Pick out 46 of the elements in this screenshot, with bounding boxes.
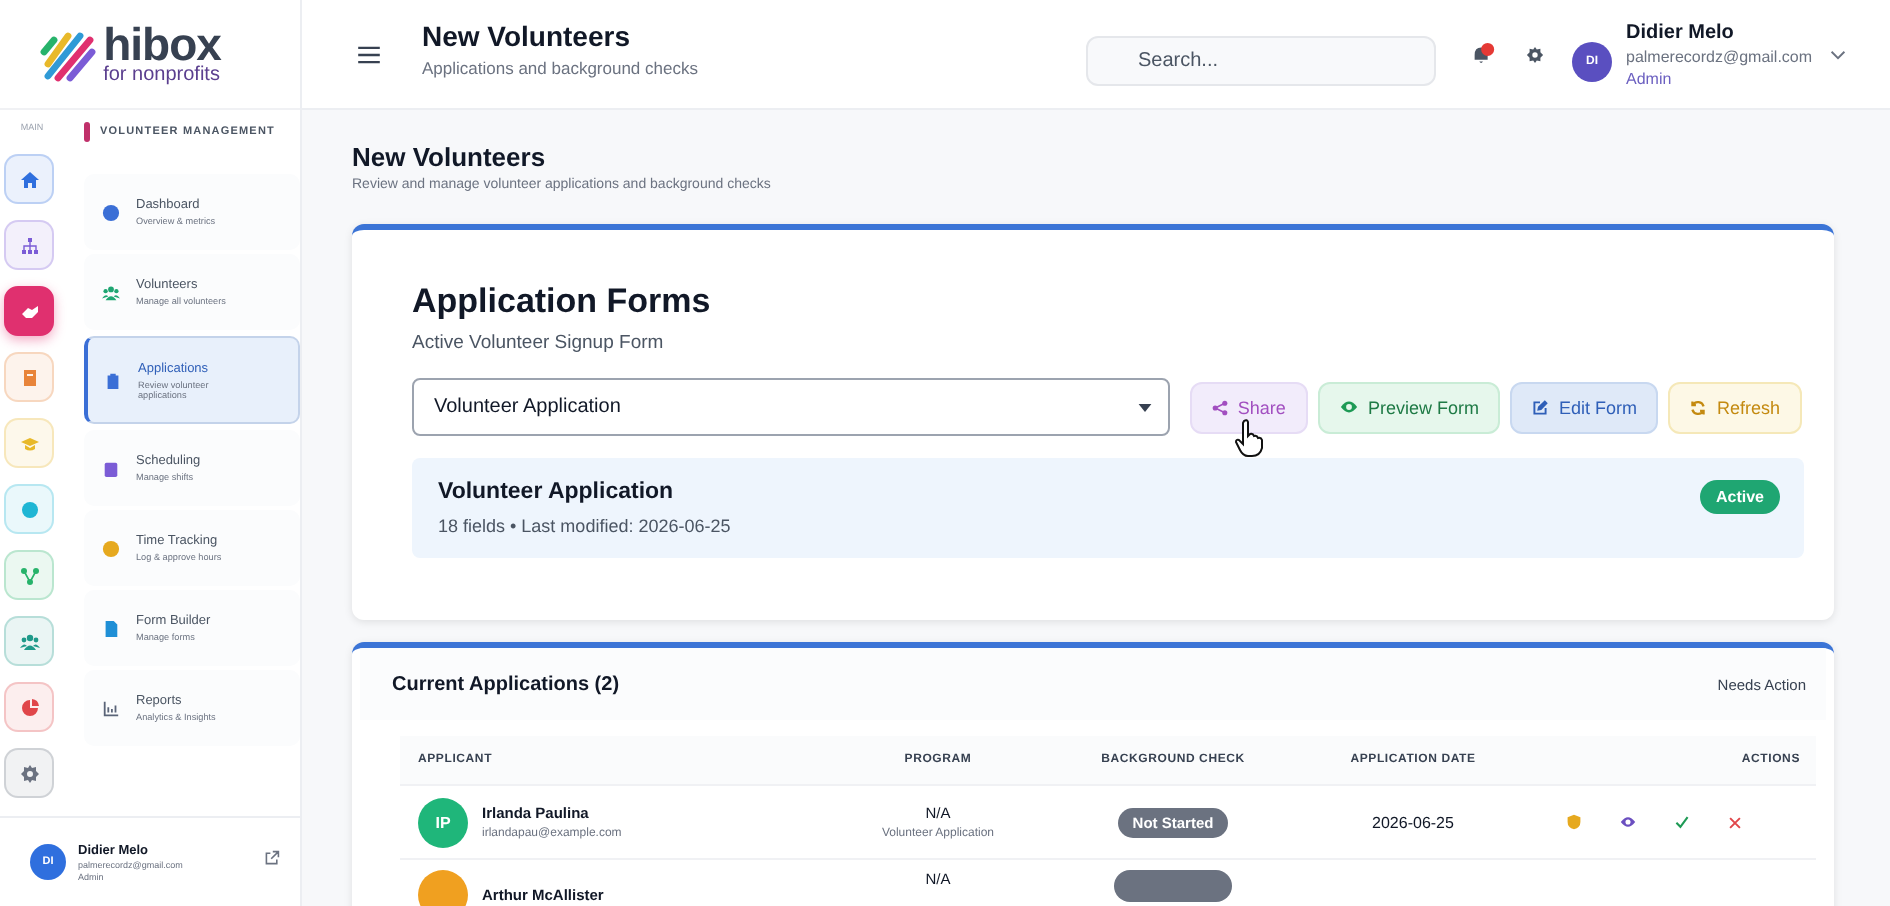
- external-link-icon[interactable]: [264, 850, 280, 866]
- rail-button[interactable]: [4, 286, 54, 336]
- search-field[interactable]: Search...: [1086, 35, 1436, 85]
- cap-icon: [19, 433, 39, 453]
- brand-name: hibox: [103, 22, 221, 68]
- hand-cursor-icon: [1234, 418, 1266, 458]
- form-meta: 18 fields • Last modified: 2026-06-25: [438, 516, 731, 536]
- preview-button[interactable]: Preview Form: [1317, 381, 1501, 433]
- card-title: Current Applications (2): [392, 673, 620, 695]
- refresh-icon: [1690, 399, 1707, 415]
- form-name: Volunteer Application: [438, 480, 676, 504]
- user-role: Admin: [1626, 69, 1674, 87]
- eye-icon[interactable]: [1620, 814, 1636, 830]
- net-icon: [19, 565, 39, 585]
- form-select[interactable]: Volunteer Application: [412, 378, 1170, 436]
- header-subtitle: Applications and background checks: [422, 57, 700, 77]
- settings-icon[interactable]: [1526, 45, 1544, 63]
- tree-icon: [19, 235, 39, 255]
- card-subtitle: Active Volunteer Signup Form: [412, 332, 666, 354]
- brand-tagline: for nonprofits: [103, 66, 221, 86]
- menu-icon[interactable]: [358, 45, 380, 63]
- close-icon[interactable]: [1728, 815, 1742, 829]
- book-icon: [19, 367, 39, 387]
- settings-icon: [19, 763, 39, 783]
- avatar: IP: [418, 797, 468, 847]
- check-icon[interactable]: [1674, 814, 1690, 830]
- user-email: palmerecordz@gmail.com: [1626, 47, 1813, 65]
- status-badge: Active: [1699, 480, 1780, 514]
- status-badge: [1114, 870, 1232, 902]
- application-date: 2026-06-25: [1372, 813, 1454, 831]
- home-icon: [19, 169, 39, 189]
- people-icon: [19, 631, 39, 651]
- edit-icon: [1532, 399, 1549, 415]
- header-title: New Volunteers: [422, 19, 632, 51]
- caret-icon: [1137, 403, 1152, 411]
- pie-icon: [19, 697, 39, 717]
- page-title: New Volunteers: [352, 142, 548, 172]
- card-title: Application Forms: [412, 282, 713, 322]
- dot-icon: [19, 499, 39, 519]
- notification-bell-icon[interactable]: [1470, 41, 1496, 67]
- edit-button[interactable]: Edit Form: [1510, 381, 1659, 433]
- share-icon: [1211, 399, 1228, 415]
- user-name: Didier Melo: [1626, 21, 1736, 43]
- chevron-down-icon[interactable]: [1830, 49, 1847, 59]
- eye-icon: [1339, 398, 1358, 416]
- share-button[interactable]: Share: [1189, 381, 1308, 433]
